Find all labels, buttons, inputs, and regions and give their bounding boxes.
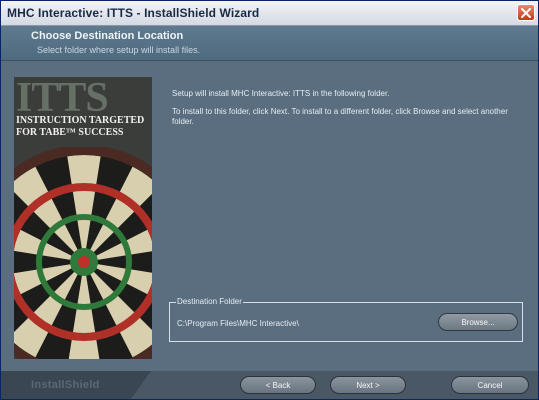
product-banner-image: ITTS INSTRUCTION TARGETED FOR TABE™ SUCC… bbox=[14, 77, 152, 359]
close-button[interactable] bbox=[517, 4, 535, 21]
window-title: MHC Interactive: ITTS - InstallShield Wi… bbox=[7, 6, 260, 20]
back-button[interactable]: < Back bbox=[240, 376, 316, 394]
installshield-brand: InstallShield bbox=[31, 379, 100, 391]
cancel-button[interactable]: Cancel bbox=[451, 376, 529, 394]
tagline-line1: INSTRUCTION TARGETED bbox=[16, 115, 145, 126]
destination-legend: Destination Folder bbox=[176, 297, 243, 306]
header-title: Choose Destination Location bbox=[31, 30, 184, 42]
browse-button[interactable]: Browse... bbox=[438, 313, 518, 331]
installer-window: MHC Interactive: ITTS - InstallShield Wi… bbox=[0, 0, 539, 400]
tagline-line2: FOR TABE™ SUCCESS bbox=[16, 127, 124, 138]
logo-text: ITTS bbox=[16, 77, 109, 121]
instruction-line-1: Setup will install MHC Interactive: ITTS… bbox=[172, 89, 390, 98]
header-subtitle: Select folder where setup will install f… bbox=[37, 45, 201, 55]
destination-folder-group: Destination Folder C:\Program Files\MHC … bbox=[169, 297, 523, 342]
instruction-line-2: To install to this folder, click Next. T… bbox=[172, 107, 508, 126]
next-button[interactable]: Next > bbox=[330, 376, 406, 394]
title-bar[interactable]: MHC Interactive: ITTS - InstallShield Wi… bbox=[1, 1, 538, 26]
wizard-footer: InstallShield < Back Next > Cancel bbox=[1, 371, 538, 399]
wizard-content: ITTS INSTRUCTION TARGETED FOR TABE™ SUCC… bbox=[1, 61, 538, 371]
destination-path: C:\Program Files\MHC Interactive\ bbox=[177, 319, 299, 328]
close-icon bbox=[521, 7, 531, 18]
instructions: Setup will install MHC Interactive: ITTS… bbox=[172, 89, 527, 135]
wizard-header: Choose Destination Location Select folde… bbox=[1, 26, 538, 61]
dartboard-image bbox=[14, 147, 152, 359]
